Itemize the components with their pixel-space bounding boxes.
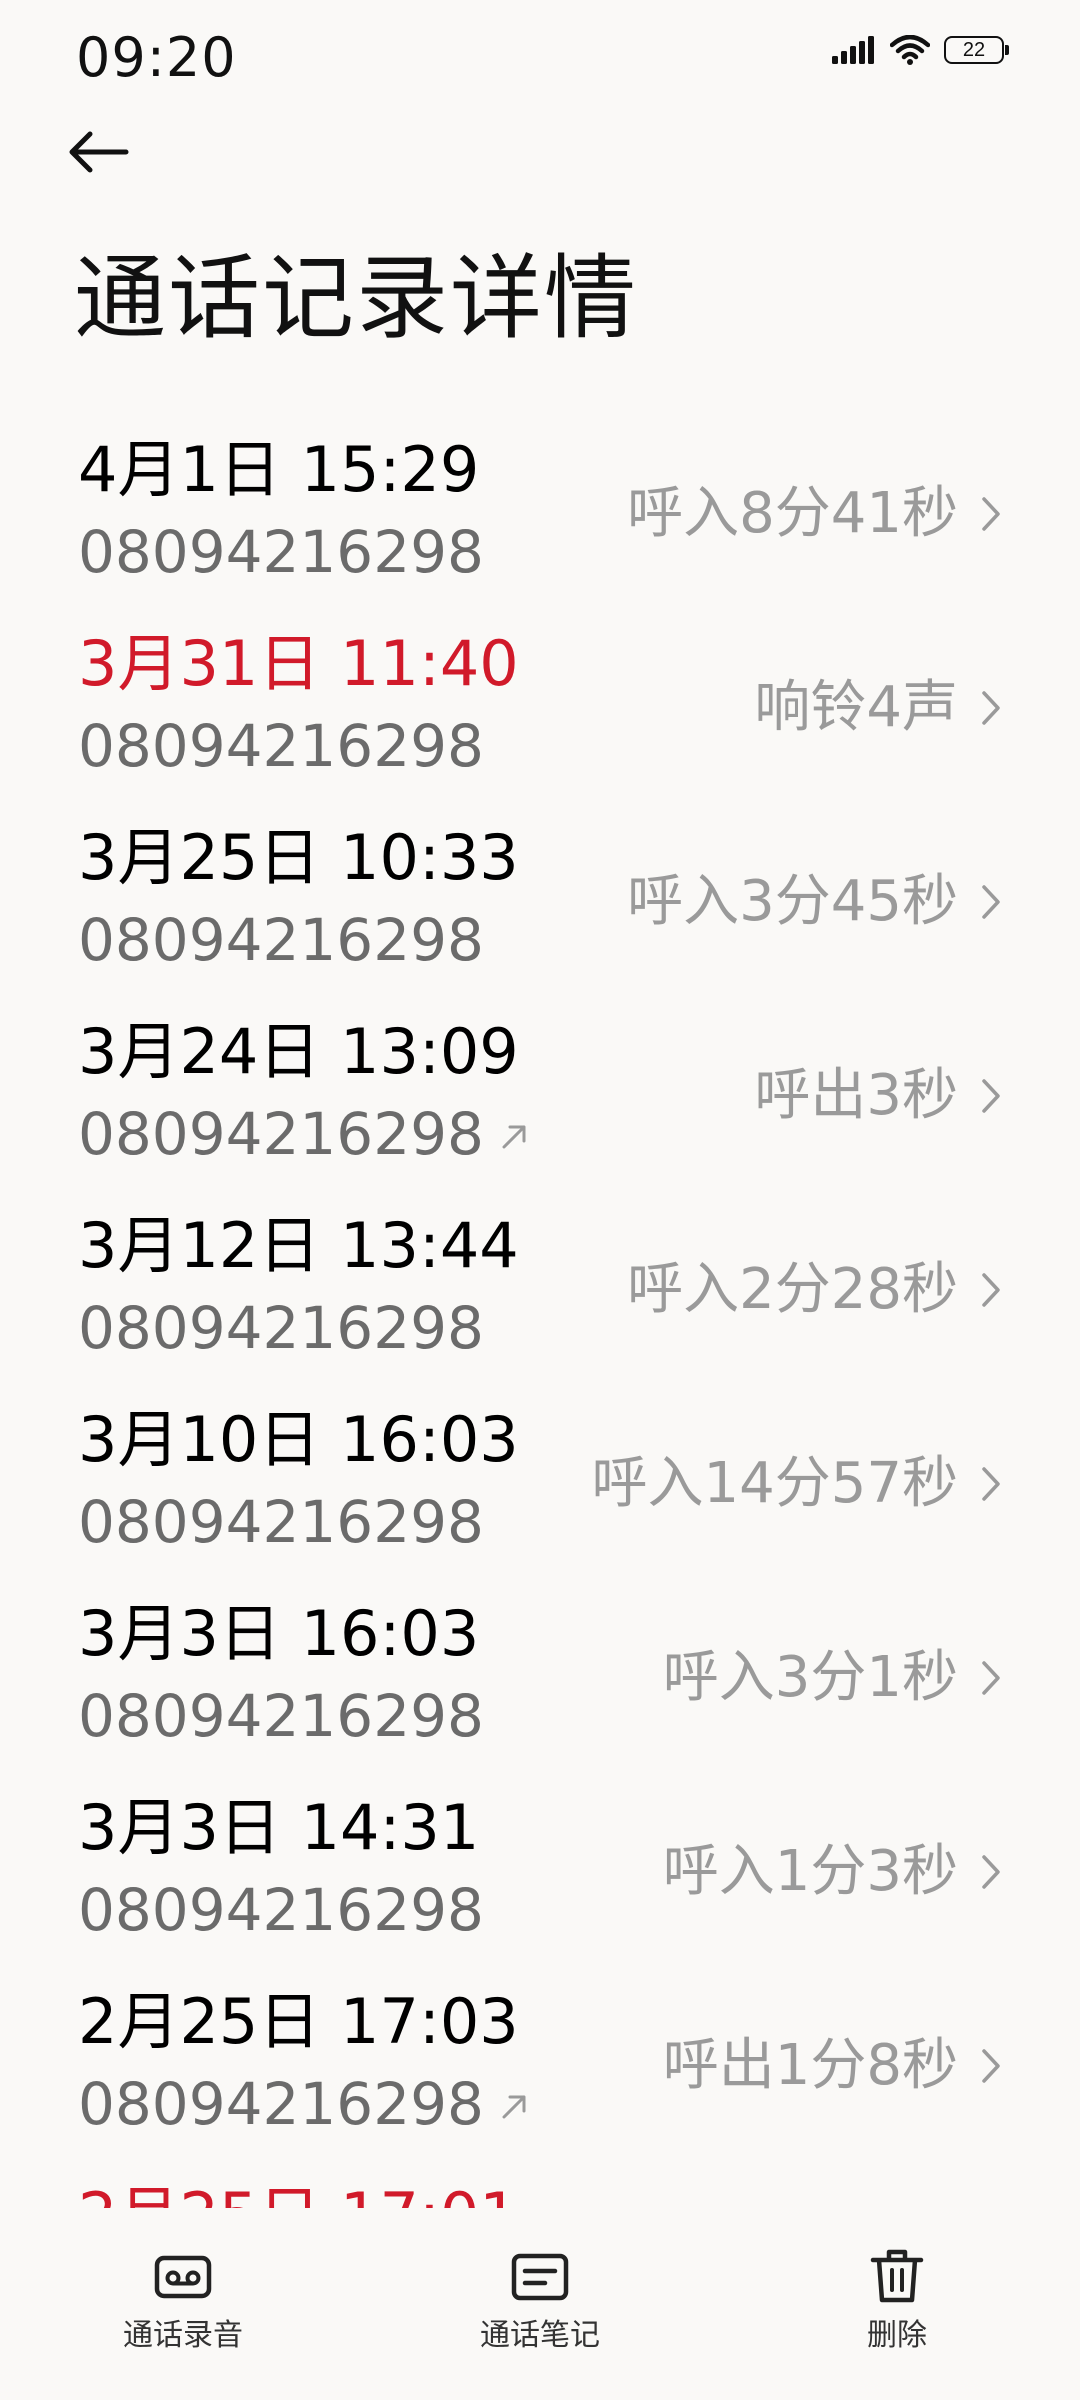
call-log-row[interactable]: 4月1日 15:29 08094216298 呼入8分41秒 (0, 428, 1080, 622)
outgoing-call-icon (502, 1125, 526, 1149)
call-number-text: 08094216298 (78, 1876, 484, 1944)
status-icons: 22 (832, 32, 1009, 68)
call-datetime: 3月25日 10:33 (78, 821, 519, 894)
call-recording-button[interactable]: 通话录音 (73, 2246, 293, 2366)
call-summary-text: 呼入3分1秒 (662, 1645, 958, 1710)
call-summary: 呼入2分28秒 (627, 1248, 1002, 1332)
call-summary: 呼入8分41秒 (627, 472, 1002, 556)
signal-icon (832, 36, 874, 64)
call-datetime: 2月25日 17:01 (78, 2174, 519, 2208)
delete-button[interactable]: 删除 (787, 2246, 1007, 2366)
call-datetime: 2月25日 17:03 (78, 1985, 519, 2058)
outgoing-call-icon (502, 2095, 526, 2119)
call-notes-label: 通话笔记 (480, 2318, 600, 2353)
call-number-text: 08094216298 (78, 2070, 484, 2138)
call-list: 4月1日 15:29 08094216298 呼入8分41秒 3月31日 11:40 0… (0, 428, 1080, 2208)
call-log-row[interactable]: 2月25日 17:03 08094216298 呼出1分8秒 (0, 1980, 1080, 2174)
delete-label: 删除 (867, 2318, 927, 2353)
call-datetime: 3月10日 16:03 (78, 1403, 519, 1476)
back-button[interactable] (66, 112, 156, 192)
call-number: 08094216298 (78, 2062, 528, 2146)
call-number-text: 08094216298 (78, 518, 484, 586)
call-number-text: 08094216298 (78, 1488, 484, 1556)
call-log-row[interactable]: 2月25日 17:01 (0, 2174, 1080, 2208)
call-summary: 呼入1分3秒 (663, 1830, 1002, 1914)
call-log-row[interactable]: 3月3日 16:03 08094216298 呼入3分1秒 (0, 1592, 1080, 1786)
chevron-right-icon (982, 2049, 1000, 2083)
call-number: 08094216298 (78, 1092, 528, 1176)
call-number: 08094216298 (78, 704, 484, 788)
call-summary-text: 呼入2分28秒 (627, 1257, 958, 1322)
trash-icon (870, 2249, 924, 2303)
call-notes-button[interactable]: 通话笔记 (430, 2246, 650, 2366)
call-datetime: 4月1日 15:29 (78, 433, 480, 506)
call-log-row[interactable]: 3月24日 13:09 08094216298 呼出3秒 (0, 1010, 1080, 1204)
page-title: 通话记录详情 (74, 245, 639, 352)
call-number: 08094216298 (78, 1868, 484, 1952)
call-log-row[interactable]: 3月3日 14:31 08094216298 呼入1分3秒 (0, 1786, 1080, 1980)
chevron-right-icon (982, 1467, 1000, 1501)
battery-level: 22 (962, 39, 986, 61)
call-summary: 呼入3分45秒 (627, 860, 1002, 944)
call-summary-text: 呼入3分45秒 (627, 869, 958, 934)
call-number: 08094216298 (78, 898, 484, 982)
chevron-right-icon (982, 1855, 1000, 1889)
chevron-right-icon (982, 691, 1000, 725)
call-number-text: 08094216298 (78, 712, 484, 780)
call-log-row[interactable]: 3月31日 11:40 08094216298 响铃4声 (0, 622, 1080, 816)
chevron-right-icon (982, 497, 1000, 531)
call-summary: 呼出3秒 (754, 1054, 1002, 1138)
call-summary-text: 呼入1分3秒 (662, 1839, 958, 1904)
note-icon (511, 2253, 569, 2301)
call-summary-text: 呼出3秒 (754, 1063, 958, 1128)
call-number-text: 08094216298 (78, 1100, 484, 1168)
call-number-text: 08094216298 (78, 906, 484, 974)
battery-icon: 22 (944, 36, 1009, 64)
call-log-row[interactable]: 3月10日 16:03 08094216298 呼入14分57秒 (0, 1398, 1080, 1592)
status-time: 09:20 (76, 26, 237, 80)
chevron-right-icon (982, 1273, 1000, 1307)
call-summary: 呼入3分1秒 (663, 1636, 1002, 1720)
call-number: 08094216298 (78, 1480, 484, 1564)
call-number-text: 08094216298 (78, 1682, 484, 1750)
recording-icon (154, 2255, 212, 2299)
call-recording-label: 通话录音 (123, 2318, 243, 2353)
chevron-right-icon (982, 1079, 1000, 1113)
call-datetime: 3月31日 11:40 (78, 627, 519, 700)
wifi-icon (890, 35, 930, 65)
status-bar: 09:20 22 (0, 0, 1080, 80)
call-summary-text: 响铃4声 (754, 675, 958, 740)
call-datetime: 3月12日 13:44 (78, 1209, 519, 1282)
call-number: 08094216298 (78, 1674, 484, 1758)
back-arrow-icon (69, 131, 129, 173)
bottom-action-bar: 通话录音 通话笔记 删除 (0, 2210, 1080, 2400)
call-datetime: 3月3日 16:03 (78, 1597, 480, 1670)
call-datetime: 3月3日 14:31 (78, 1791, 480, 1864)
call-log-row[interactable]: 3月25日 10:33 08094216298 呼入3分45秒 (0, 816, 1080, 1010)
call-summary-text: 呼入8分41秒 (627, 481, 958, 546)
chevron-right-icon (982, 1661, 1000, 1695)
call-summary-text: 呼出1分8秒 (662, 2033, 958, 2098)
chevron-right-icon (982, 885, 1000, 919)
call-summary: 呼出1分8秒 (663, 2024, 1002, 2108)
call-summary: 呼入14分57秒 (591, 1442, 1002, 1526)
call-summary: 响铃4声 (754, 666, 1002, 750)
call-number-text: 08094216298 (78, 1294, 484, 1362)
call-datetime: 3月24日 13:09 (78, 1015, 519, 1088)
call-log-row[interactable]: 3月12日 13:44 08094216298 呼入2分28秒 (0, 1204, 1080, 1398)
call-number: 08094216298 (78, 1286, 484, 1370)
call-number: 08094216298 (78, 510, 484, 594)
call-summary-text: 呼入14分57秒 (591, 1451, 958, 1516)
